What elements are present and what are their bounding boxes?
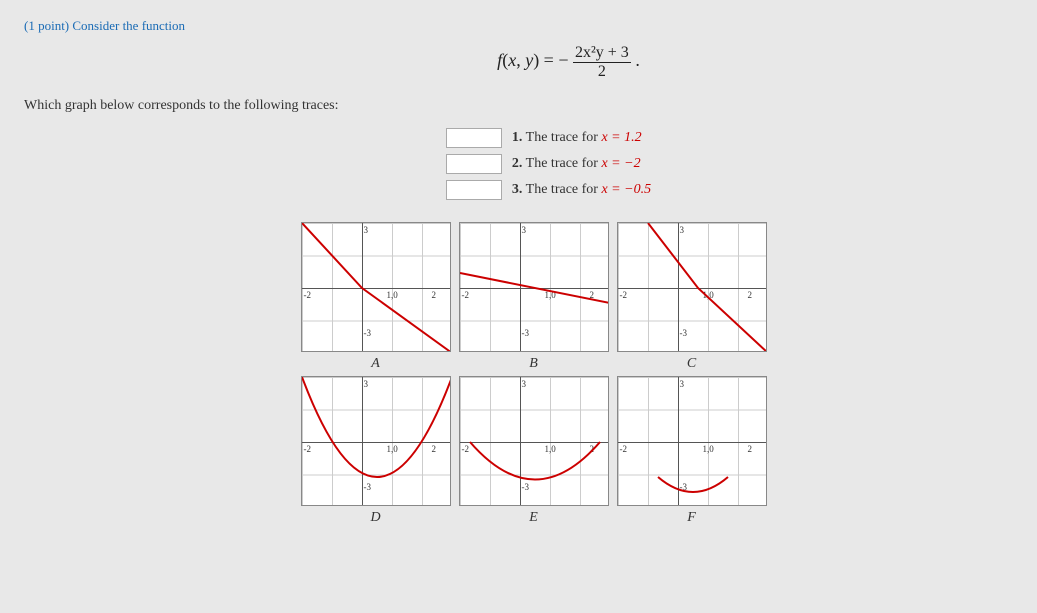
graph-label-B: B: [529, 356, 538, 372]
top-graphs-row: 3 -3 -2 2 1,0 A 3 -3: [301, 222, 767, 372]
traces-list: 1. The trace for x = 1.2 2. The trace fo…: [446, 128, 651, 206]
trace-eq-1: x = 1.2: [601, 130, 641, 145]
function-period: .: [635, 50, 640, 70]
graph-box-A: 3 -3 -2 2 1,0: [301, 222, 451, 352]
graph-cell-D: 3 -3 -2 2 1,0 D: [301, 376, 451, 526]
graph-box-C: 3 -3 -2 2 1,0: [617, 222, 767, 352]
graph-B-svg: [460, 223, 609, 352]
graph-cell-C: 3 -3 -2 2 1,0 C: [617, 222, 767, 372]
graph-label-A: A: [371, 356, 380, 372]
function-fraction: 2x²y + 3 2: [573, 44, 631, 80]
graph-cell-A: 3 -3 -2 2 1,0 A: [301, 222, 451, 372]
graph-label-E: E: [529, 510, 538, 526]
graph-A-svg: [302, 223, 451, 352]
graph-box-D: 3 -3 -2 2 1,0: [301, 376, 451, 506]
graph-F-svg: [618, 377, 767, 506]
graph-label-D: D: [370, 510, 380, 526]
page: (1 point) Consider the function f(x, y) …: [0, 0, 1037, 613]
graph-D-svg: [302, 377, 451, 506]
trace-label-1: 1. The trace for x = 1.2: [512, 130, 642, 146]
graphs-container: 3 -3 -2 2 1,0 A 3 -3: [54, 222, 1013, 530]
function-display: f(x, y) = − 2x²y + 3 2 .: [124, 44, 1013, 80]
graph-C-svg: [618, 223, 767, 352]
graph-box-B: 3 -3 -2 2 1,0: [459, 222, 609, 352]
bottom-graphs-row: 3 -3 -2 2 1,0 D 3 -3: [301, 376, 767, 526]
function-denominator: 2: [596, 63, 608, 81]
trace-checkbox-3[interactable]: [446, 180, 502, 200]
graph-label-C: C: [687, 356, 696, 372]
trace-eq-3: x = −0.5: [601, 182, 651, 197]
trace-checkbox-2[interactable]: [446, 154, 502, 174]
function-lhs: f(x, y) = −: [497, 50, 568, 70]
traces-section: 1. The trace for x = 1.2 2. The trace fo…: [84, 128, 1013, 206]
graph-cell-E: 3 -3 -2 2 1,0 E: [459, 376, 609, 526]
graph-box-F: 3 -3 -2 2 1,0: [617, 376, 767, 506]
which-graph-label: Which graph below corresponds to the fol…: [24, 98, 1013, 114]
graph-E-svg: [460, 377, 609, 506]
point-label: (1 point) Consider the function: [24, 18, 1013, 34]
graph-label-F: F: [687, 510, 696, 526]
function-numerator: 2x²y + 3: [573, 44, 631, 63]
trace-eq-2: x = −2: [601, 156, 640, 171]
trace-item-2: 2. The trace for x = −2: [446, 154, 651, 174]
trace-label-2: 2. The trace for x = −2: [512, 156, 641, 172]
trace-checkbox-1[interactable]: [446, 128, 502, 148]
graph-cell-F: 3 -3 -2 2 1,0 F: [617, 376, 767, 526]
trace-item-1: 1. The trace for x = 1.2: [446, 128, 651, 148]
graph-cell-B: 3 -3 -2 2 1,0 B: [459, 222, 609, 372]
trace-item-3: 3. The trace for x = −0.5: [446, 180, 651, 200]
trace-label-3: 3. The trace for x = −0.5: [512, 182, 651, 198]
graph-box-E: 3 -3 -2 2 1,0: [459, 376, 609, 506]
